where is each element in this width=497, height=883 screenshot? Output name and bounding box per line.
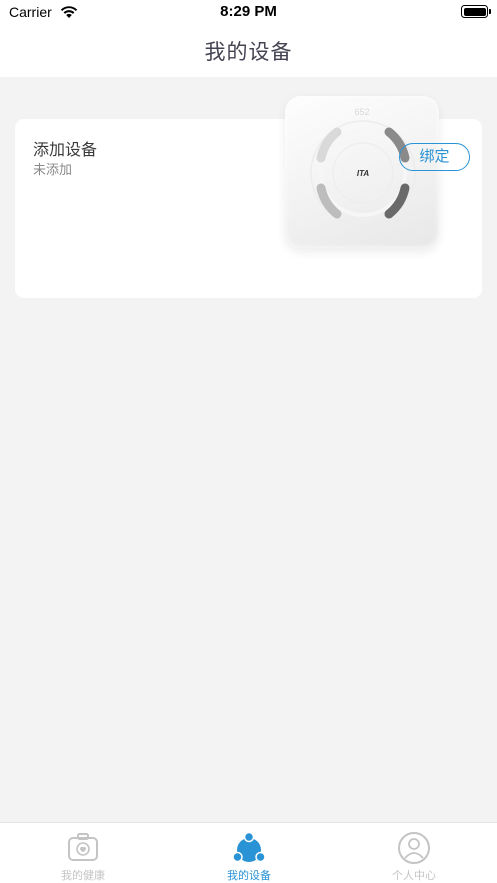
status-bar: Carrier 8:29 PM [0,0,497,26]
tab-label: 我的设备 [227,869,271,882]
page-title: 我的设备 [204,40,293,64]
scale-brand-logo: ITA [357,169,370,178]
status-time: 8:29 PM [220,3,277,20]
navigation-bar: 我的设备 [0,26,497,77]
person-icon [398,832,430,864]
tab-personal-center[interactable]: 个人中心 [331,823,497,883]
smart-scale-image: 652 ITA [285,96,439,248]
app-screen: Carrier 8:29 PM 我的设备 添加设备 未添加 652 ITA 绑定… [0,0,497,883]
bind-button[interactable]: 绑定 [399,143,470,171]
tab-label: 个人中心 [392,869,436,882]
tab-my-devices[interactable]: 我的设备 [166,823,332,883]
battery-icon [461,5,491,18]
tab-my-health[interactable]: 我的健康 [0,823,166,883]
device-share-icon [232,831,266,863]
scale-top-text: 652 [354,107,369,117]
device-status: 未添加 [33,163,73,178]
tab-label: 我的健康 [61,869,105,882]
medical-kit-icon [68,833,98,861]
tab-bar: 我的健康 我的设备 个人中心 [0,822,497,883]
card-title: 添加设备 [33,140,98,159]
